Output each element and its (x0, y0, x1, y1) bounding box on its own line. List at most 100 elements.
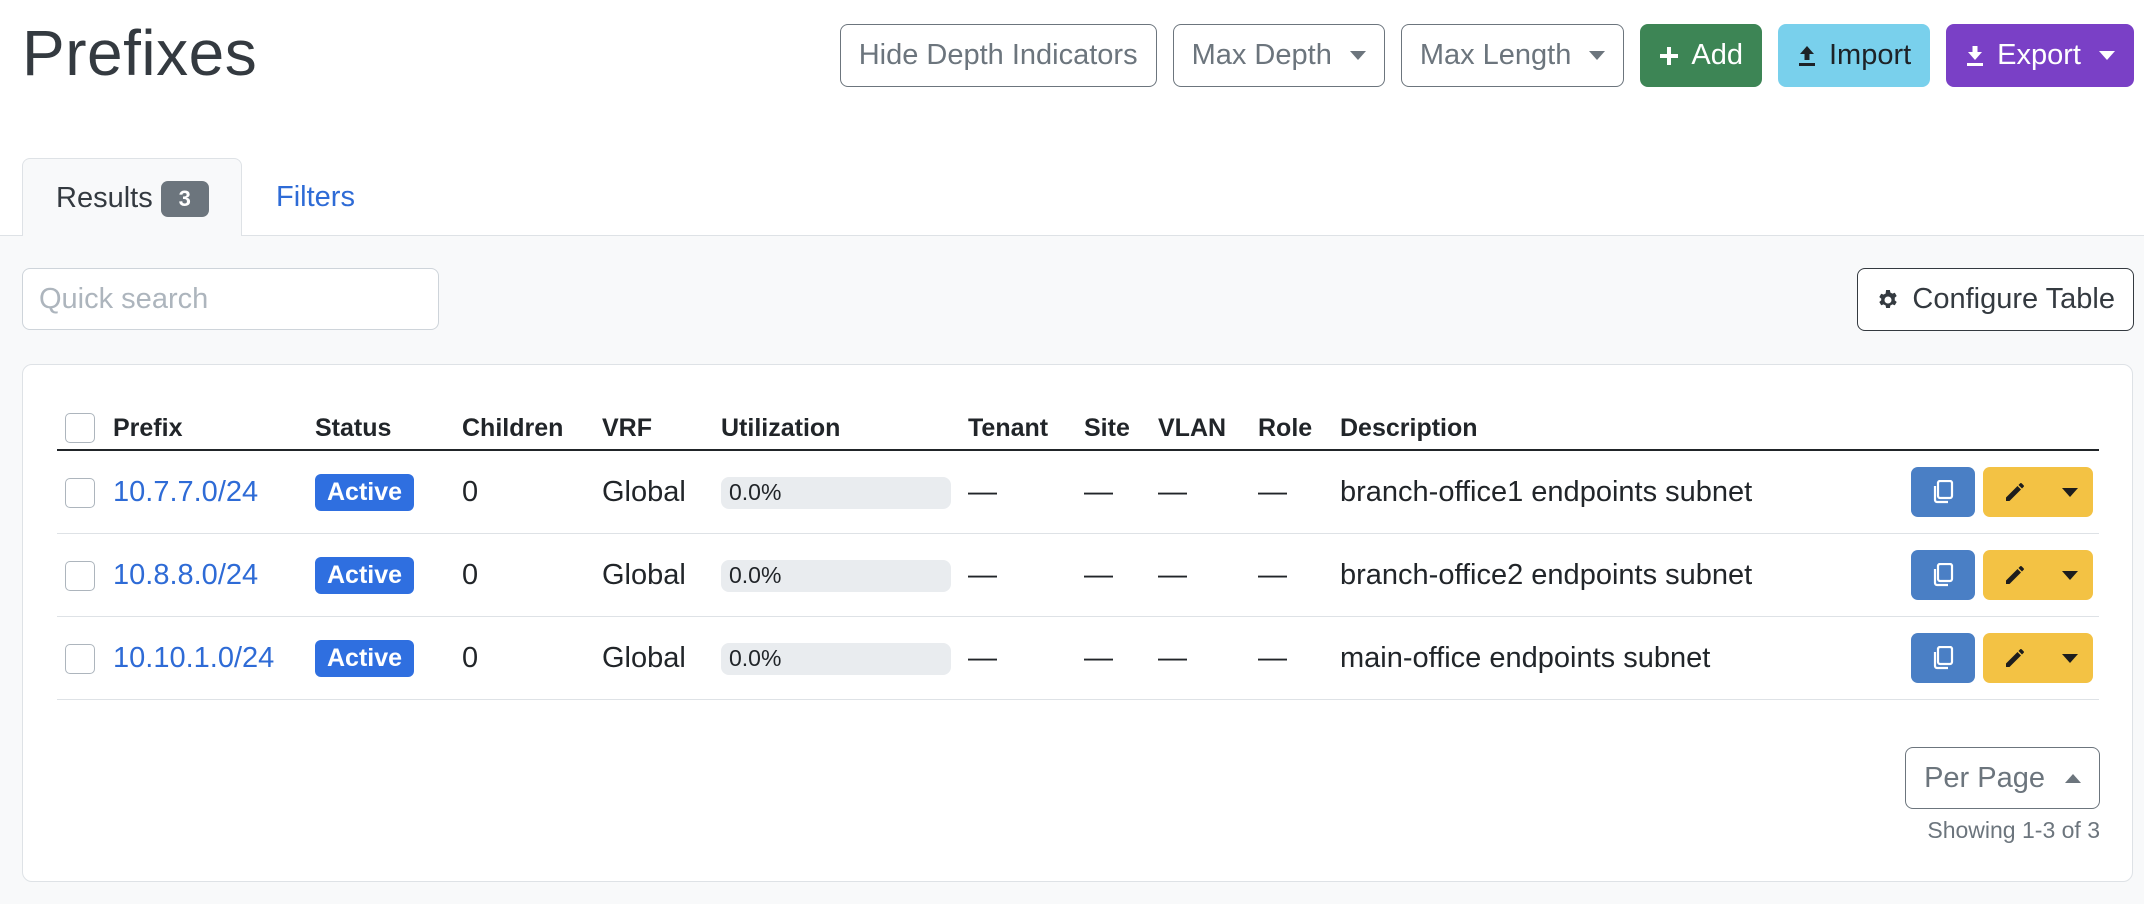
pencil-icon (2006, 566, 2024, 584)
tab-filters-label: Filters (276, 180, 355, 213)
role-value: — (1258, 559, 1287, 591)
col-prefix[interactable]: Prefix (113, 407, 182, 449)
edit-button[interactable] (1983, 550, 2047, 600)
utilization-bar: 0.0% (721, 476, 951, 509)
pencil-icon (2006, 649, 2024, 667)
utilization-value: 0.0% (729, 562, 782, 588)
max-length-label: Max Length (1419, 39, 1572, 71)
prefix-link[interactable]: 10.10.1.0/24 (113, 642, 274, 675)
col-role[interactable]: Role (1258, 407, 1312, 449)
table-header: Prefix Status Children VRF Utilization T… (57, 407, 2099, 451)
vrf-value: Global (602, 642, 686, 674)
col-children[interactable]: Children (462, 407, 563, 449)
pencil-icon (2006, 483, 2024, 501)
header-actions: Hide Depth Indicators Max Depth Max Leng… (839, 24, 2134, 87)
edit-dropdown-toggle[interactable] (2047, 550, 2093, 600)
chevron-down-icon (2062, 487, 2078, 497)
copy-button[interactable] (1911, 467, 1975, 517)
children-count: 0 (462, 559, 479, 591)
tab-results-label: Results (56, 182, 153, 214)
tab-filters[interactable]: Filters (276, 158, 355, 236)
copy-button[interactable] (1911, 550, 1975, 600)
prefix-link[interactable]: 10.7.7.0/24 (113, 476, 258, 509)
vrf-value: Global (602, 476, 686, 508)
role-value: — (1258, 476, 1287, 508)
vlan-value: — (1158, 559, 1187, 591)
export-dropdown[interactable]: Export (1946, 24, 2134, 87)
configure-table-button[interactable]: Configure Table (1857, 268, 2134, 331)
add-button[interactable]: Add (1640, 24, 1762, 87)
row-actions (1911, 467, 2093, 517)
edit-button[interactable] (1983, 467, 2047, 517)
description-value: branch-office1 endpoints subnet (1340, 476, 1753, 508)
row-select-cell (65, 534, 95, 617)
prefix-link[interactable]: 10.8.8.0/24 (113, 559, 258, 592)
caret-up-icon (2065, 773, 2081, 783)
caret-down-icon (1349, 51, 1366, 60)
edit-button-group (1983, 633, 2093, 683)
row-checkbox[interactable] (65, 560, 95, 591)
description-value: main-office endpoints subnet (1340, 642, 1711, 674)
edit-button[interactable] (1983, 633, 2047, 683)
role-value: — (1258, 642, 1287, 674)
tenant-value: — (968, 642, 997, 674)
edit-dropdown-toggle[interactable] (2047, 467, 2093, 517)
col-vrf[interactable]: VRF (602, 407, 652, 449)
col-vlan[interactable]: VLAN (1158, 407, 1226, 449)
copy-icon (1933, 646, 1954, 670)
utilization-value: 0.0% (729, 479, 782, 505)
utilization-bar: 0.0% (721, 559, 951, 592)
row-checkbox[interactable] (65, 477, 95, 508)
site-value: — (1084, 476, 1113, 508)
per-page-dropdown[interactable]: Per Page (1905, 747, 2100, 809)
table-body: 10.7.7.0/24 Active 0 Global 0.0% — — — —… (57, 451, 2099, 700)
row-actions (1911, 550, 2093, 600)
status-badge: Active (315, 474, 415, 511)
prefixes-table: Prefix Status Children VRF Utilization T… (57, 407, 2099, 700)
tab-results[interactable]: Results 3 (22, 158, 242, 238)
import-button[interactable]: Import (1777, 24, 1931, 87)
vlan-value: — (1158, 642, 1187, 674)
status-badge: Active (315, 557, 415, 594)
select-all-cell (65, 407, 95, 449)
utilization-cell: 0.0% (721, 451, 951, 534)
max-depth-dropdown[interactable]: Max Depth (1172, 24, 1385, 87)
caret-down-icon (2099, 51, 2115, 60)
description-value: branch-office2 endpoints subnet (1340, 559, 1753, 591)
edit-dropdown-toggle[interactable] (2047, 633, 2093, 683)
status-badge: Active (315, 640, 415, 677)
col-tenant[interactable]: Tenant (968, 407, 1048, 449)
edit-button-group (1983, 550, 2093, 600)
col-utilization[interactable]: Utilization (721, 407, 840, 449)
site-value: — (1084, 559, 1113, 591)
copy-button[interactable] (1911, 633, 1975, 683)
table-row: 10.7.7.0/24 Active 0 Global 0.0% — — — —… (57, 451, 2099, 534)
row-checkbox[interactable] (65, 643, 95, 674)
col-site[interactable]: Site (1084, 407, 1130, 449)
hide-depth-indicators-button[interactable]: Hide Depth Indicators (839, 24, 1157, 87)
max-length-dropdown[interactable]: Max Length (1400, 24, 1625, 87)
select-all-checkbox[interactable] (65, 413, 95, 443)
hide-depth-label: Hide Depth Indicators (858, 39, 1138, 71)
results-count-badge: 3 (160, 180, 209, 217)
tenant-value: — (968, 476, 997, 508)
col-status[interactable]: Status (315, 407, 391, 449)
row-actions (1911, 633, 2093, 683)
page-title: Prefixes (22, 17, 258, 89)
vlan-value: — (1158, 476, 1187, 508)
max-depth-label: Max Depth (1191, 39, 1332, 71)
copy-icon (1933, 480, 1954, 504)
copy-icon (1933, 563, 1954, 587)
col-description[interactable]: Description (1340, 407, 1478, 449)
caret-down-icon (1589, 51, 1606, 60)
per-page-label: Per Page (1924, 761, 2045, 794)
tabs: Results 3 Filters (0, 158, 2144, 238)
table-row: 10.8.8.0/24 Active 0 Global 0.0% — — — —… (57, 534, 2099, 617)
utilization-cell: 0.0% (721, 534, 951, 617)
quick-search-input[interactable] (22, 268, 439, 330)
children-count: 0 (462, 642, 479, 674)
chevron-down-icon (2062, 570, 2078, 580)
gear-icon (1879, 289, 1898, 308)
add-label: Add (1691, 39, 1743, 71)
edit-button-group (1983, 467, 2093, 517)
